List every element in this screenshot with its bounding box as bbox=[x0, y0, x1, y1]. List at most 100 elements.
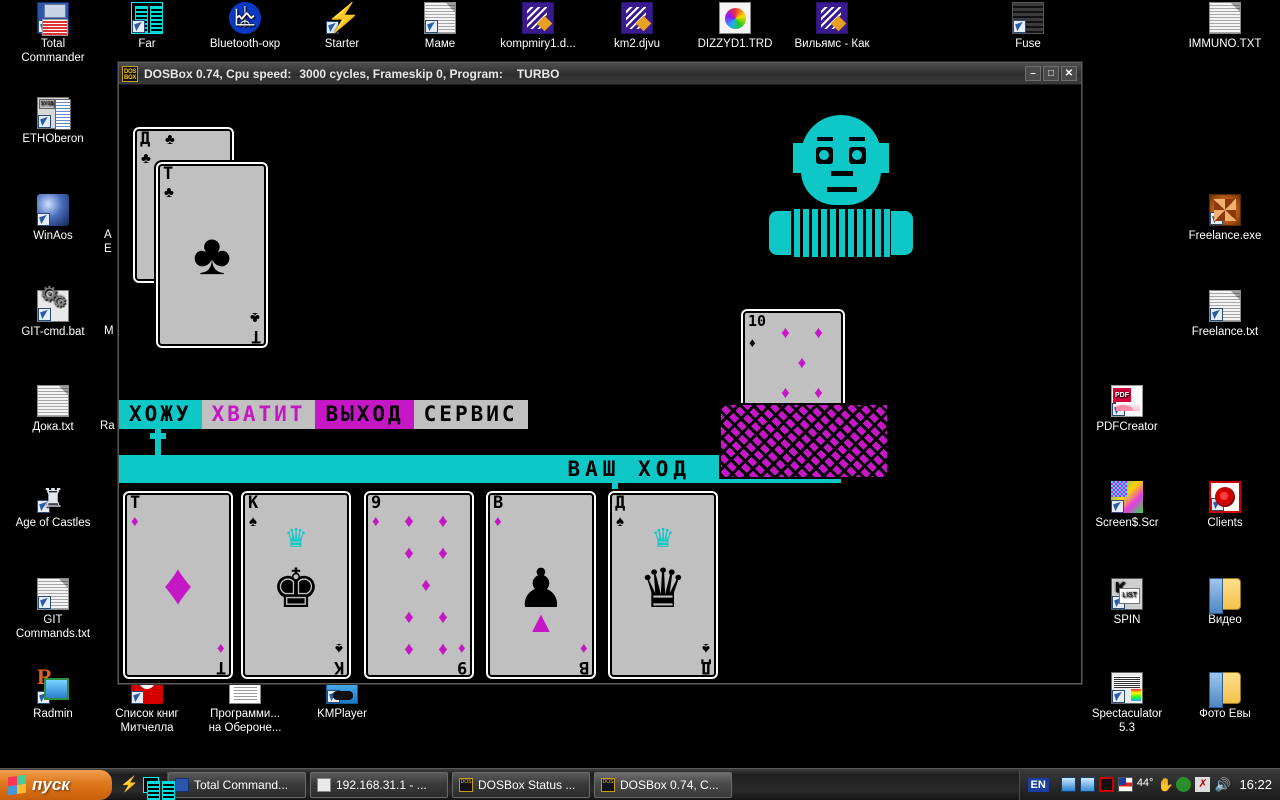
desktop-icon-label: Видео bbox=[1176, 613, 1274, 627]
desktop-icon[interactable]: PDFCreator bbox=[1078, 385, 1176, 434]
minimize-button[interactable]: – bbox=[1025, 66, 1041, 81]
far-quicklaunch-icon[interactable] bbox=[143, 777, 159, 793]
shortcut-arrow-icon bbox=[1210, 308, 1223, 321]
desktop-icon[interactable]: Fuse bbox=[979, 2, 1077, 51]
temperature-44-icon[interactable]: 44° bbox=[1137, 777, 1154, 792]
desktop-icon[interactable]: Clients bbox=[1176, 481, 1274, 530]
desktop-icon[interactable]: Freelance.exe bbox=[1176, 194, 1274, 243]
card-pips: ♦♦♦♦♦♦♦♦♦ bbox=[392, 505, 460, 665]
taskbar-button[interactable]: Total Command... bbox=[168, 772, 306, 798]
desktop-icon[interactable]: kompmiry1.d... bbox=[489, 2, 587, 51]
start-button[interactable]: пуск bbox=[0, 770, 112, 800]
hand-card[interactable]: Д♠Д♠♛♛ bbox=[606, 489, 720, 681]
volume-icon[interactable]: 🔊 bbox=[1214, 777, 1229, 792]
dosbox-window[interactable]: DOSBOX DOSBox 0.74, Cpu speed: 3000 cycl… bbox=[118, 62, 1082, 684]
desktop-icon[interactable]: Spectaculator 5.3 bbox=[1078, 672, 1176, 735]
card-rank: 10 bbox=[748, 313, 766, 330]
desktop-icon[interactable]: Radmin bbox=[4, 672, 102, 721]
card-rank-bottom: Т bbox=[251, 327, 261, 344]
hand-card[interactable]: Т♦Т♦♦ bbox=[121, 489, 235, 681]
network-icon[interactable] bbox=[1061, 777, 1076, 792]
close-button[interactable]: ✕ bbox=[1061, 66, 1077, 81]
starter-quicklaunch-icon[interactable]: ⚡ bbox=[120, 777, 136, 793]
desktop-icon-label: Total Commander bbox=[4, 37, 102, 65]
close-x-icon[interactable]: ✗ bbox=[1195, 777, 1210, 792]
opponent-character bbox=[761, 115, 921, 275]
hand-card[interactable]: 9♦9♦♦♦♦♦♦♦♦♦♦ bbox=[362, 489, 476, 681]
table-card-back[interactable] bbox=[719, 403, 889, 479]
text-document-icon bbox=[424, 2, 456, 34]
desktop-icon[interactable]: SPIN bbox=[1078, 578, 1176, 627]
card-rank: Т bbox=[163, 166, 173, 183]
desktop-icon[interactable]: GIT Commands.txt bbox=[4, 578, 102, 641]
clock[interactable]: 16:22 bbox=[1239, 777, 1272, 792]
desktop-icon[interactable]: IMMUNO.TXT bbox=[1176, 2, 1274, 51]
desktop-icon[interactable]: Дока.txt bbox=[4, 385, 102, 434]
djvu-file-icon bbox=[816, 2, 848, 34]
desktop-icon[interactable]: km2.djvu bbox=[588, 2, 686, 51]
radmin-icon bbox=[37, 672, 69, 704]
language-indicator[interactable]: EN bbox=[1028, 778, 1049, 792]
desktop-icon-label: Вильямс - Как bbox=[783, 37, 881, 51]
desktop-icon-label: Fuse bbox=[979, 37, 1077, 51]
desktop-icon[interactable]: Age of Castles bbox=[4, 481, 102, 530]
desktop-icon[interactable]: Starter bbox=[293, 2, 391, 51]
card-suit-icon: ♦ bbox=[494, 514, 502, 529]
taskbar-button[interactable]: DOSDOSBox 0.74, C... bbox=[594, 772, 732, 798]
table-card-ten-diamonds[interactable]: 10 ♦ ♦♦ ♦ ♦♦ bbox=[739, 307, 847, 417]
system-tray[interactable]: EN 44° ✋ ✗ 🔊 16:22 bbox=[1019, 770, 1280, 800]
card-suit-icon: ♠ bbox=[616, 514, 624, 529]
turn-arrow-up-icon bbox=[147, 428, 169, 456]
bug-icon[interactable] bbox=[1176, 777, 1191, 792]
floppy-icon bbox=[37, 2, 69, 34]
maximize-button[interactable]: □ bbox=[1043, 66, 1059, 81]
dosbox-game-canvas[interactable]: Д ♣ ♣ Т ♣ ♣ Т ♣ bbox=[119, 85, 1081, 683]
desktop-icon[interactable]: Far bbox=[98, 2, 196, 51]
hand-card[interactable]: В♦В♦♟▲ bbox=[484, 489, 598, 681]
card-suit-icon: ♠ bbox=[249, 514, 257, 529]
desktop-icon[interactable]: Вильямс - Как bbox=[783, 2, 881, 51]
card-suit-icon: ♣ bbox=[164, 185, 174, 200]
window-buttons: – □ ✕ bbox=[1025, 66, 1079, 81]
taskbar[interactable]: пуск ⚡ Total Command...192.168.31.1 - ..… bbox=[0, 768, 1280, 800]
game-menu-item[interactable]: ХВАТИТ bbox=[202, 400, 316, 429]
red-shield-icon[interactable] bbox=[1099, 777, 1114, 792]
hand-icon[interactable]: ✋ bbox=[1157, 777, 1172, 792]
desktop-icon[interactable]: WinAos bbox=[4, 194, 102, 243]
taskbar-button[interactable]: 192.168.31.1 - ... bbox=[310, 772, 448, 798]
card-rank-bottom: Д bbox=[701, 658, 711, 675]
shortcut-arrow-icon bbox=[1112, 596, 1125, 609]
hand-card[interactable]: К♠К♠♚♛ bbox=[239, 489, 353, 681]
game-menu-bar[interactable]: ХОЖУХВАТИТВЫХОДСЕРВИС bbox=[119, 400, 528, 429]
desktop-icon[interactable]: DIZZYD1.TRD bbox=[686, 2, 784, 51]
desktop-icon[interactable]: ETHOberon bbox=[4, 97, 102, 146]
desktop-icon[interactable]: ᛦBluetooth-окр bbox=[196, 2, 294, 51]
desktop-icon[interactable]: Маме bbox=[391, 2, 489, 51]
quick-launch-bar[interactable]: ⚡ bbox=[118, 772, 168, 798]
desktop-icon[interactable]: Total Commander bbox=[4, 2, 102, 65]
desktop-icon[interactable]: Видео bbox=[1176, 578, 1274, 627]
dosbox-icon: DOS bbox=[601, 778, 615, 792]
flag-icon[interactable] bbox=[1118, 777, 1133, 792]
desktop-icon[interactable]: Screen$.Scr bbox=[1078, 481, 1176, 530]
game-menu-item[interactable]: СЕРВИС bbox=[414, 400, 528, 429]
card-suit-icon-bottom: ♣ bbox=[250, 310, 260, 325]
dosbox-title-program: TURBO bbox=[517, 67, 560, 81]
network-disconnected-icon[interactable] bbox=[1080, 777, 1095, 792]
game-menu-item[interactable]: ХОЖУ bbox=[119, 400, 202, 429]
desktop-icon-label: Программи... на Обероне... bbox=[196, 707, 294, 735]
taskbar-buttons[interactable]: Total Command...192.168.31.1 - ...DOSDOS… bbox=[168, 772, 736, 798]
desktop-icon-label: Clients bbox=[1176, 516, 1274, 530]
card-suit-icon-bottom: ♦ bbox=[217, 641, 225, 656]
dosbox-title-bar[interactable]: DOSBOX DOSBox 0.74, Cpu speed: 3000 cycl… bbox=[119, 63, 1081, 85]
desktop-icon[interactable]: Freelance.txt bbox=[1176, 290, 1274, 339]
desktop-icon[interactable]: Фото Евы bbox=[1176, 672, 1274, 721]
desktop-icon[interactable]: GIT-cmd.bat bbox=[4, 290, 102, 339]
table-card-ace-clubs[interactable]: Т ♣ ♣ Т ♣ bbox=[154, 160, 270, 350]
text-document-icon bbox=[37, 578, 69, 610]
game-menu-item[interactable]: ВЫХОД bbox=[315, 400, 413, 429]
desktop-icon-label: PDFCreator bbox=[1078, 420, 1176, 434]
card-pip: ♦ bbox=[438, 512, 448, 531]
folder-icon bbox=[1209, 672, 1241, 704]
taskbar-button[interactable]: DOSDOSBox Status ... bbox=[452, 772, 590, 798]
